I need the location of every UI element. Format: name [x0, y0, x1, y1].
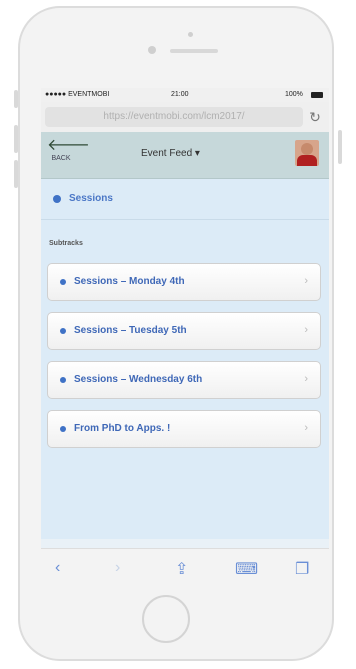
bullet-icon	[60, 279, 66, 285]
list-item-label: Sessions – Wednesday 6th	[74, 374, 203, 385]
avatar[interactable]	[295, 140, 319, 166]
battery-percent: 100%	[285, 91, 303, 98]
bookmarks-icon[interactable]: ⌨	[235, 559, 258, 579]
list-item[interactable]: Sessions – Monday 4th ›	[47, 263, 321, 301]
battery-icon	[311, 92, 323, 98]
list-item-label: From PhD to Apps. !	[74, 423, 171, 434]
back-button[interactable]: 🡐 BACK	[47, 137, 90, 172]
bullet-icon	[60, 426, 66, 432]
sensor-dot	[188, 32, 193, 37]
list-item[interactable]: Sessions – Tuesday 5th ›	[47, 312, 321, 350]
event-feed-dropdown[interactable]: Event Feed ▾	[141, 148, 200, 159]
home-button[interactable]	[142, 595, 190, 643]
forward-nav-icon[interactable]: ›	[115, 559, 120, 577]
volume-up-button	[14, 125, 18, 153]
power-button	[338, 130, 342, 164]
bullet-icon	[60, 328, 66, 334]
avatar-body	[297, 155, 317, 166]
volume-down-button	[14, 160, 18, 188]
back-label: BACK	[51, 155, 71, 162]
bullet-icon	[53, 195, 61, 203]
app-navbar: 🡐 BACK Event Feed ▾	[41, 132, 329, 179]
back-nav-icon[interactable]: ‹	[55, 559, 60, 577]
browser-address-bar: https://eventmobi.com/lcm2017/ ↻	[41, 102, 329, 132]
chevron-right-icon: ›	[304, 422, 308, 434]
time-label: 21:00	[171, 91, 189, 98]
avatar-head	[301, 143, 313, 155]
chevron-right-icon: ›	[304, 275, 308, 287]
list-item-label: Sessions – Monday 4th	[74, 276, 185, 287]
chevron-right-icon: ›	[304, 324, 308, 336]
section-title: Sessions	[69, 193, 113, 204]
list-item[interactable]: Sessions – Wednesday 6th ›	[47, 361, 321, 399]
share-icon[interactable]: ⇪	[175, 559, 188, 579]
reload-icon[interactable]: ↻	[307, 109, 323, 125]
browser-toolbar: ‹ › ⇪ ⌨ ❐	[41, 548, 329, 588]
bullet-icon	[60, 377, 66, 383]
tabs-icon[interactable]: ❐	[295, 559, 309, 579]
phone-screen: ●●●●● EVENTMOBI 21:00 100% https://event…	[41, 88, 329, 588]
carrier-label: ●●●●● EVENTMOBI	[45, 91, 110, 98]
list-item-label: Sessions – Tuesday 5th	[74, 325, 187, 336]
list-item[interactable]: From PhD to Apps. ! ›	[47, 410, 321, 448]
status-bar: ●●●●● EVENTMOBI 21:00 100%	[41, 88, 329, 102]
sessions-header[interactable]: Sessions	[41, 179, 329, 220]
chevron-right-icon: ›	[304, 373, 308, 385]
url-field[interactable]: https://eventmobi.com/lcm2017/	[45, 107, 303, 127]
speaker	[170, 49, 218, 53]
arrow-left-icon: 🡐	[47, 137, 90, 154]
main-content: Sessions Subtracks Sessions – Monday 4th…	[41, 179, 329, 539]
front-camera	[148, 46, 156, 54]
subtracks-label: Subtracks	[49, 240, 83, 247]
mute-switch	[14, 90, 18, 108]
